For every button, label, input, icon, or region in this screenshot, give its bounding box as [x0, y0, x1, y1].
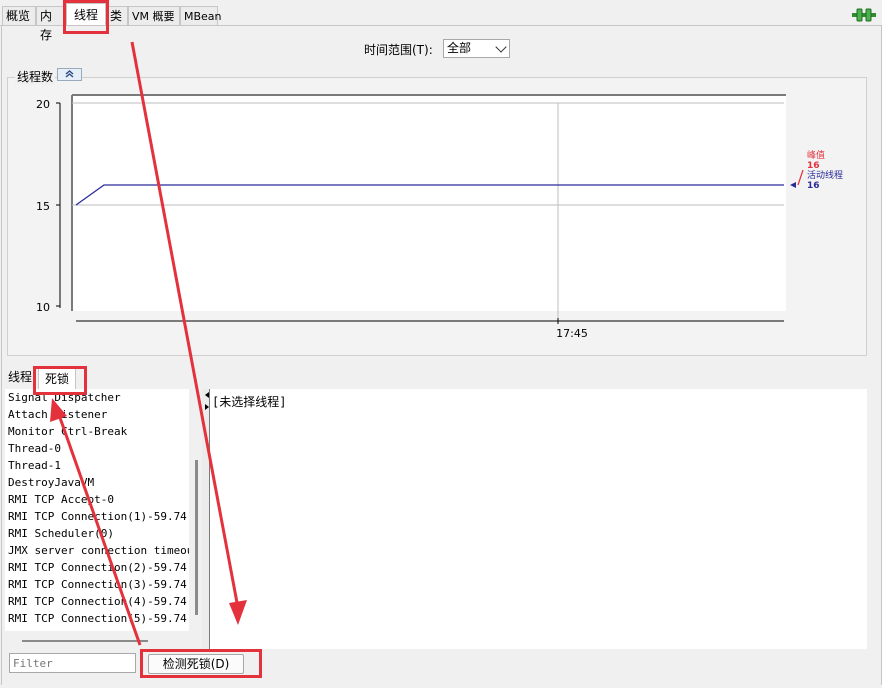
annotation-arrows [50, 41, 247, 646]
annotation-arrowhead-down-icon [229, 600, 247, 625]
annotation-arrow-to-deadlock [56, 411, 142, 646]
annotation-arrowhead-up-icon [50, 398, 67, 422]
annotation-arrow-to-button [130, 41, 240, 609]
